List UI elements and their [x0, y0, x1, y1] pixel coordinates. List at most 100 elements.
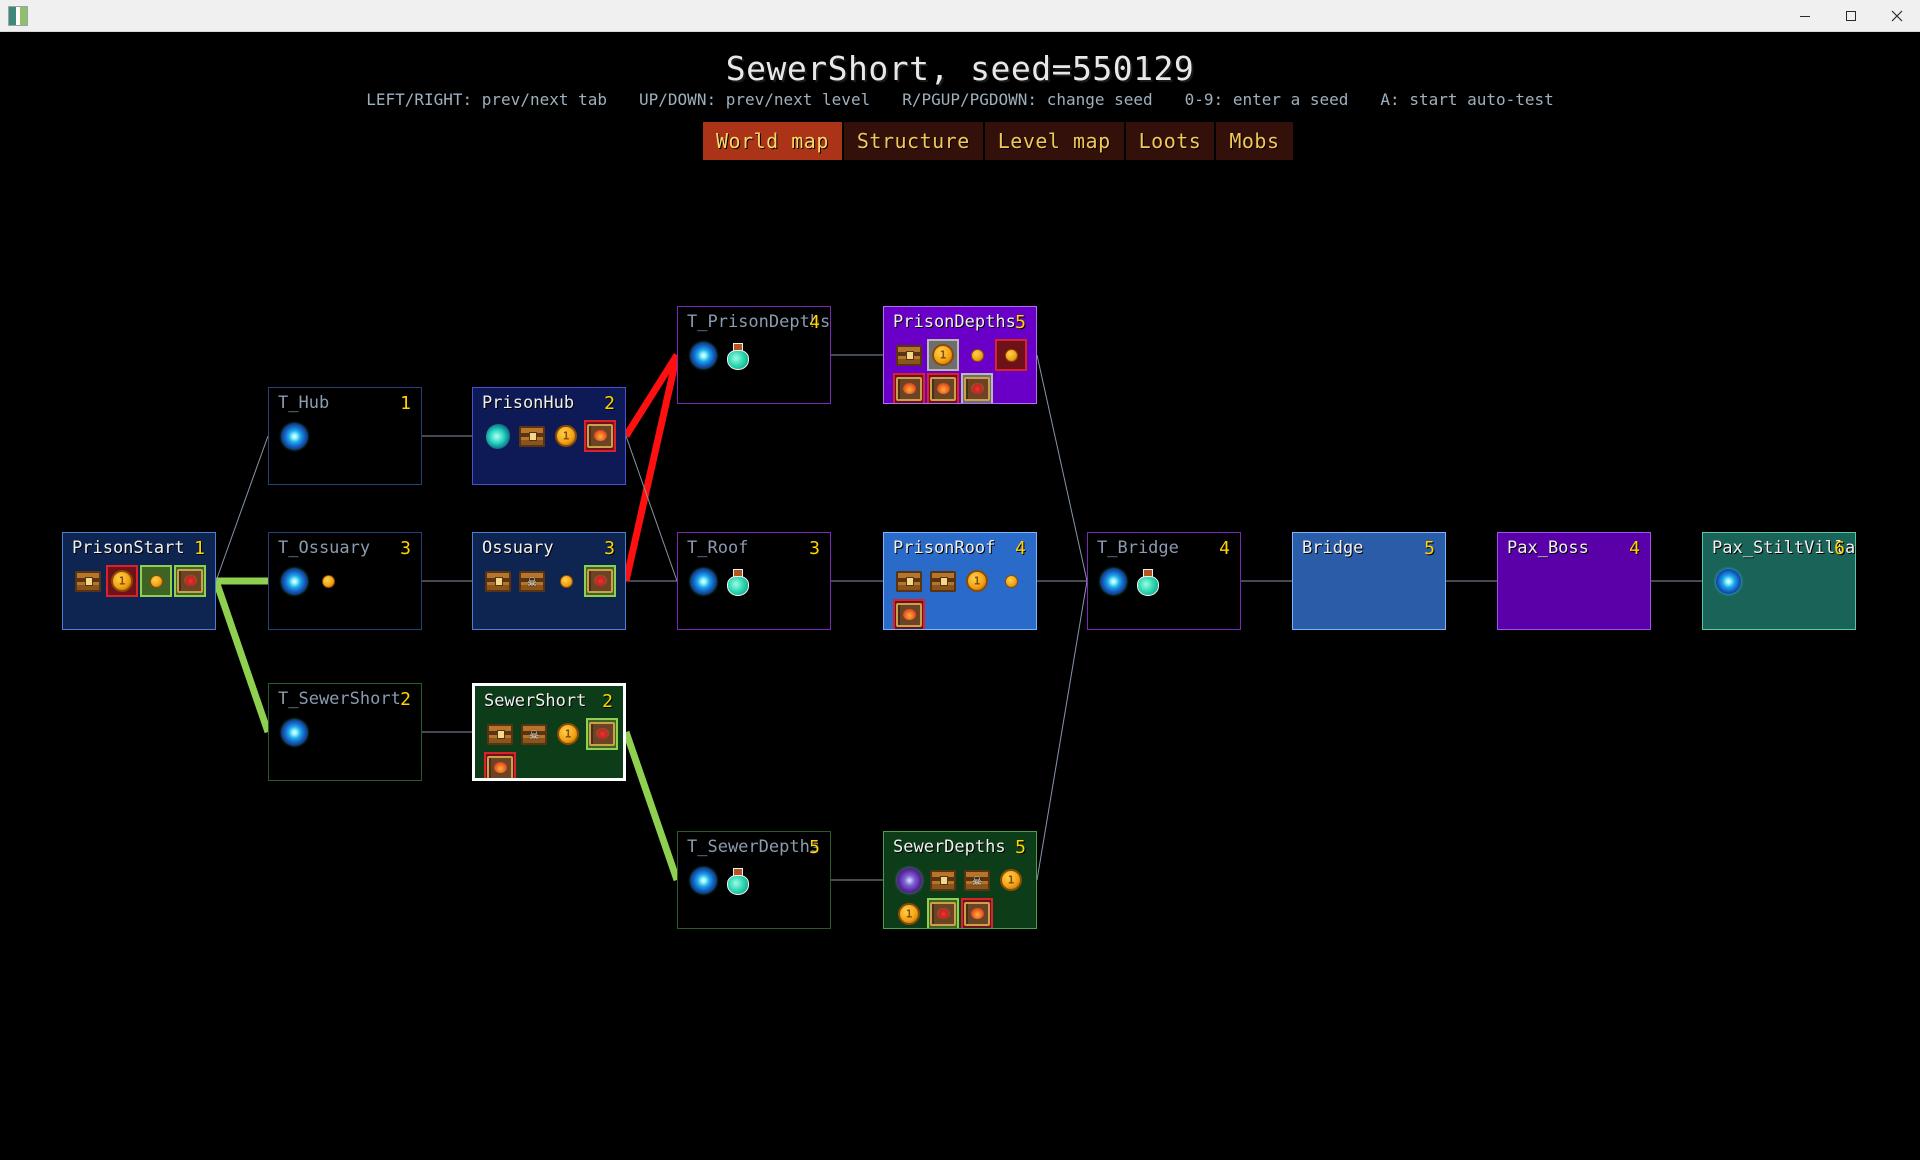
item-slot [516, 565, 548, 597]
node-item-list [687, 864, 829, 896]
item-slot [584, 565, 616, 597]
portal-icon [689, 341, 717, 369]
item-slot [893, 373, 925, 403]
item-slot [995, 339, 1027, 371]
item-slot [893, 599, 925, 629]
item-slot [961, 565, 993, 597]
item-slot [995, 565, 1027, 597]
minimize-button[interactable] [1782, 0, 1828, 31]
node-title: PrisonStart [72, 538, 185, 558]
chest-icon [895, 567, 923, 595]
map-node-SewerShort[interactable]: SewerShort 2 [472, 683, 626, 781]
map-node-T_SewerShort[interactable]: T_SewerShort 2 [268, 683, 422, 781]
node-title: T_Roof [687, 538, 749, 558]
node-level-badge: 2 [604, 393, 615, 414]
item-slot [893, 565, 925, 597]
node-title: PrisonRoof [893, 538, 996, 558]
map-node-Bridge[interactable]: Bridge 5 [1292, 532, 1446, 630]
node-item-list [72, 565, 214, 597]
node-level-badge: 5 [1015, 312, 1026, 333]
item-slot [586, 718, 618, 750]
node-level-badge: 3 [809, 538, 820, 559]
edge-SewerDepths-to-T_Bridge [1036, 580, 1088, 881]
node-item-list [1097, 565, 1239, 597]
node-level-badge: 4 [1629, 538, 1640, 559]
item-slot [961, 339, 993, 371]
node-level-badge: 1 [400, 393, 411, 414]
chest-icon [518, 422, 546, 450]
map-node-SewerDepths[interactable]: SewerDepths 5 [883, 831, 1037, 929]
item-slot [550, 420, 582, 452]
app-icon [8, 5, 28, 26]
portal-icon [280, 718, 308, 746]
portal-icon [1099, 567, 1127, 595]
node-title: T_SewerShort [278, 689, 401, 709]
book-fire-icon [929, 375, 957, 403]
item-slot [278, 565, 310, 597]
item-slot [687, 339, 719, 371]
node-level-badge: 2 [602, 691, 613, 712]
node-title: T_Hub [278, 393, 330, 413]
map-node-PrisonRoof[interactable]: PrisonRoof 4 [883, 532, 1037, 630]
coin-large-icon [554, 720, 582, 748]
app-canvas: SewerShort, seed=550129 LEFT/RIGHT: prev… [0, 32, 1920, 1160]
coin-large-icon [552, 422, 580, 450]
coin-large-icon [108, 567, 136, 595]
map-node-Pax_Boss[interactable]: Pax_Boss 4 [1497, 532, 1651, 630]
mimic-chest-icon [963, 866, 991, 894]
node-title: T_Ossuary [278, 538, 371, 558]
node-title: Pax_Boss [1507, 538, 1589, 558]
item-slot [961, 864, 993, 896]
map-node-T_Bridge[interactable]: T_Bridge 4 [1087, 532, 1241, 630]
map-node-T_Hub[interactable]: T_Hub 1 [268, 387, 422, 485]
book-nature-icon [588, 720, 616, 748]
node-title: Ossuary [482, 538, 554, 558]
node-item-list [687, 339, 829, 371]
item-slot [518, 718, 550, 750]
potion-icon [723, 567, 751, 596]
chest-icon [929, 567, 957, 595]
item-slot [140, 565, 172, 597]
map-node-T_Ossuary[interactable]: T_Ossuary 3 [268, 532, 422, 630]
item-slot [278, 420, 310, 452]
map-node-PrisonHub[interactable]: PrisonHub 2 [472, 387, 626, 485]
book-fire-icon [586, 422, 614, 450]
item-slot [893, 339, 925, 371]
node-item-list [278, 716, 420, 748]
coin-small-icon [142, 567, 170, 595]
coin-small-icon [997, 341, 1025, 369]
book-nature-icon [963, 375, 991, 403]
potion-icon [723, 866, 751, 895]
chest-icon [895, 341, 923, 369]
close-button[interactable] [1874, 0, 1920, 31]
node-item-list [893, 864, 1035, 928]
node-item-list [893, 339, 1035, 403]
map-node-PrisonStart[interactable]: PrisonStart 1 [62, 532, 216, 630]
item-slot [484, 718, 516, 750]
map-node-T_SewerDepths[interactable]: T_SewerDepths 5 [677, 831, 831, 929]
item-slot [721, 339, 753, 371]
item-slot [482, 420, 514, 452]
potion-icon [1133, 567, 1161, 596]
book-nature-icon [929, 900, 957, 928]
map-node-PrisonDepths[interactable]: PrisonDepths 5 [883, 306, 1037, 404]
node-title: T_Bridge [1097, 538, 1179, 558]
map-node-Pax_StiltVillage[interactable]: Pax_StiltVillage6 [1702, 532, 1856, 630]
item-slot [174, 565, 206, 597]
coin-large-icon [997, 866, 1025, 894]
node-level-badge: 6 [1834, 538, 1845, 559]
orb-icon [895, 866, 923, 894]
chest-icon [929, 866, 957, 894]
mimic-chest-icon [518, 567, 546, 595]
portal-icon [689, 567, 717, 595]
item-slot [1712, 565, 1744, 597]
item-slot [927, 373, 959, 403]
item-slot [687, 565, 719, 597]
maximize-button[interactable] [1828, 0, 1874, 31]
map-node-T_Roof[interactable]: T_Roof 3 [677, 532, 831, 630]
map-node-T_PrisonDepths[interactable]: T_PrisonDepths 4 [677, 306, 831, 404]
coin-small-icon [997, 567, 1025, 595]
item-slot [961, 898, 993, 928]
map-node-Ossuary[interactable]: Ossuary 3 [472, 532, 626, 630]
node-level-badge: 3 [400, 538, 411, 559]
